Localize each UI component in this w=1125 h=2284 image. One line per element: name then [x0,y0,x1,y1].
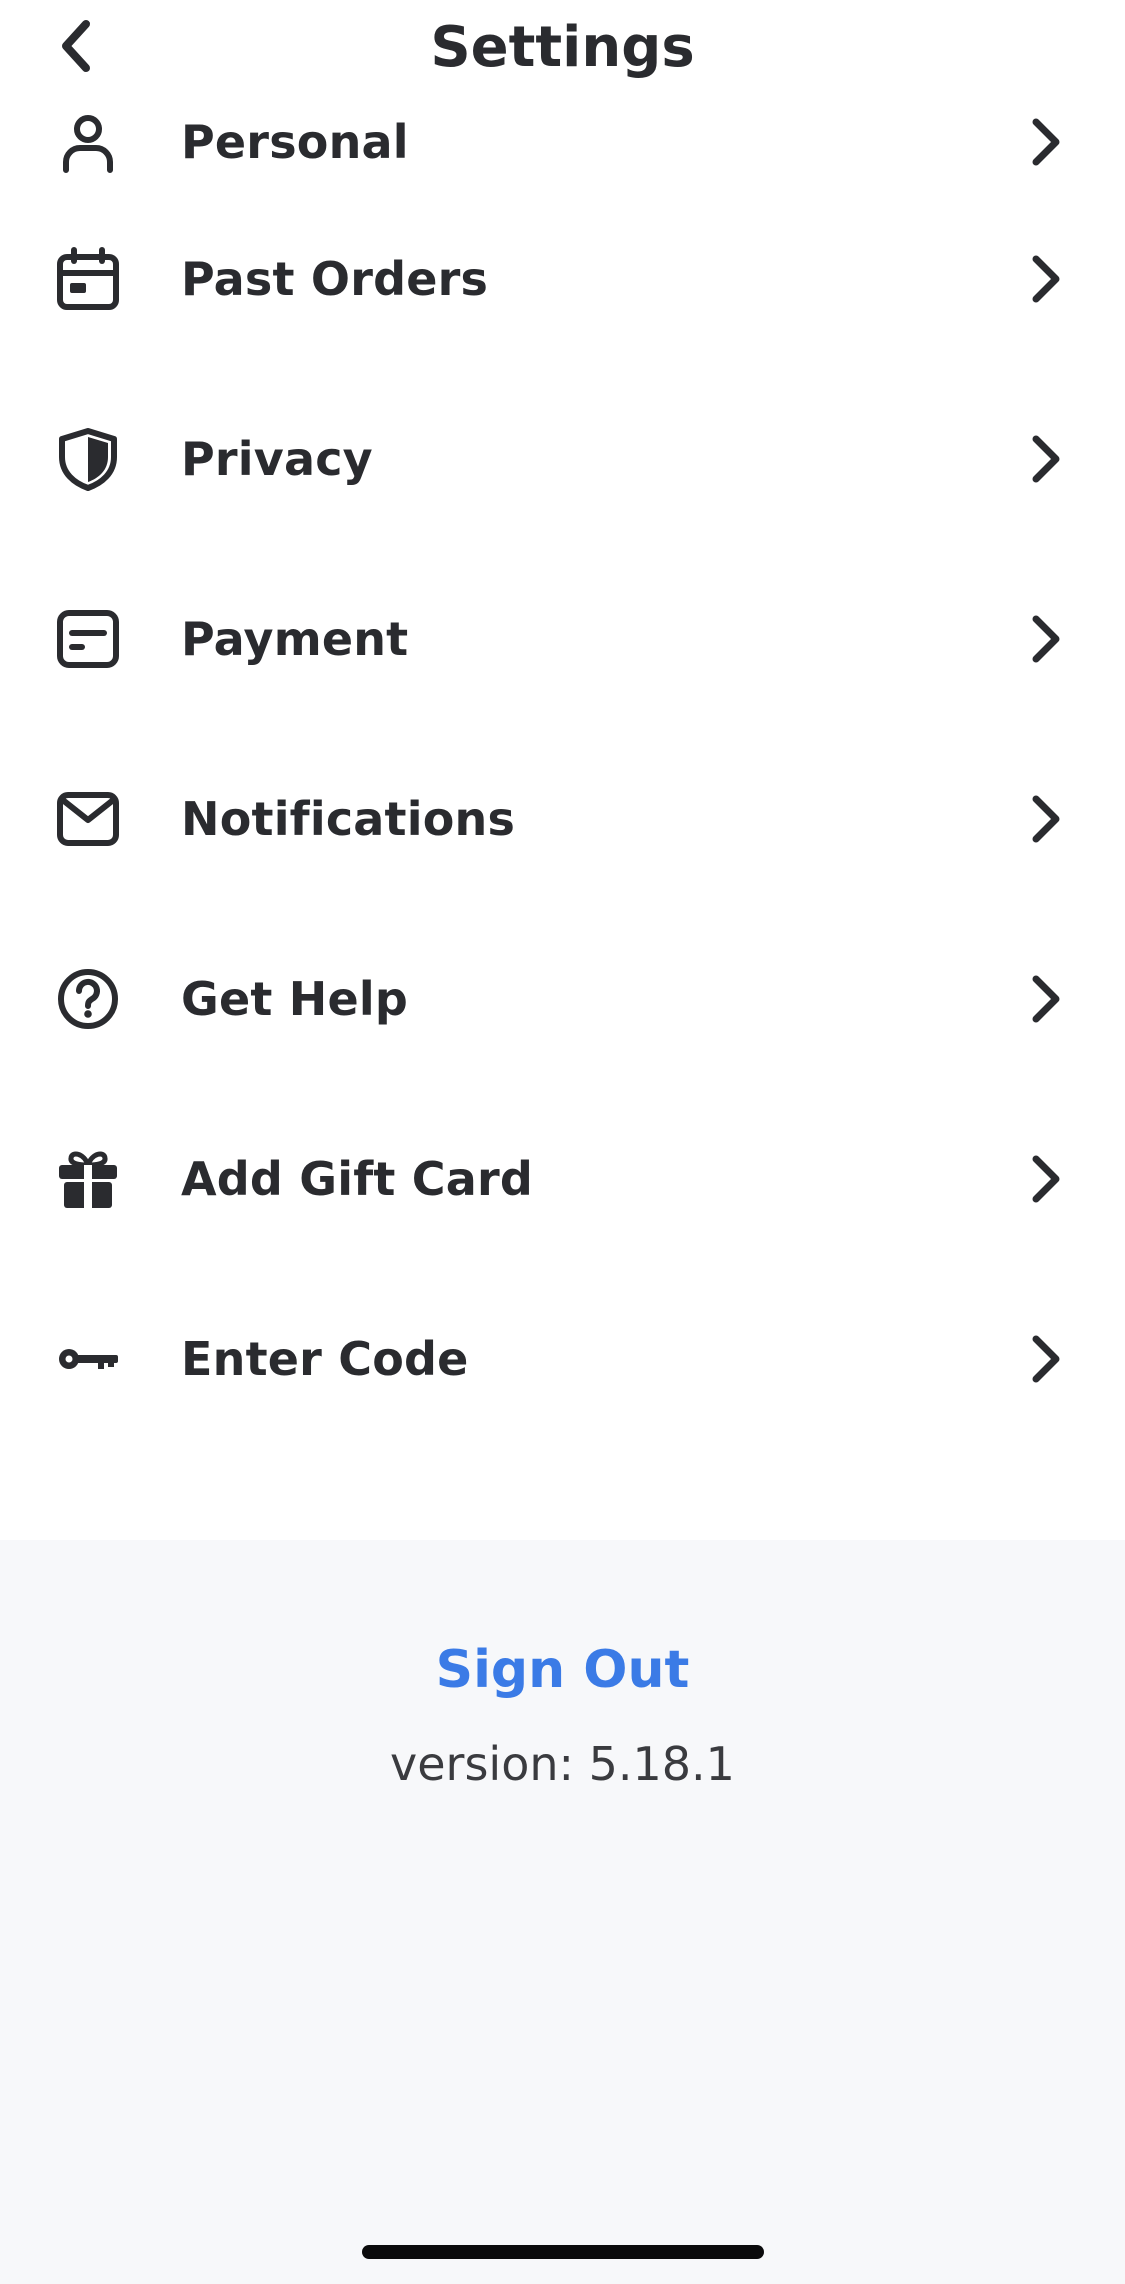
shield-icon [56,427,120,491]
settings-menu: Personal Past Orders Privacy Payment Not… [0,95,1125,1449]
chevron-right-icon [1032,615,1060,663]
person-icon [56,110,120,174]
mail-icon [56,787,120,851]
menu-item-get-help[interactable]: Get Help [0,909,1125,1089]
menu-item-label: Add Gift Card [181,1152,534,1206]
card-icon [56,607,120,671]
version-text: version: 5.18.1 [390,1737,735,1791]
menu-item-privacy[interactable]: Privacy [0,369,1125,549]
chevron-right-icon [1032,435,1060,483]
menu-item-add-gift-card[interactable]: Add Gift Card [0,1089,1125,1269]
gift-icon [56,1147,120,1211]
key-icon [56,1327,120,1391]
sign-out-button[interactable]: Sign Out [0,1640,1125,1700]
footer: Sign Out version: 5.18.1 [0,1540,1125,2284]
menu-item-label: Past Orders [181,252,489,306]
menu-item-label: Enter Code [181,1332,469,1386]
menu-item-label: Get Help [181,972,408,1026]
menu-item-label: Payment [181,612,409,666]
chevron-right-icon [1032,1155,1060,1203]
chevron-right-icon [1032,795,1060,843]
menu-item-personal[interactable]: Personal [0,0,1125,189]
menu-item-label: Notifications [181,792,516,846]
menu-item-label: Personal [181,115,409,169]
chevron-right-icon [1032,255,1060,303]
menu-item-past-orders[interactable]: Past Orders [0,189,1125,369]
menu-item-label: Privacy [181,432,373,486]
chevron-right-icon [1032,975,1060,1023]
menu-item-payment[interactable]: Payment [0,549,1125,729]
menu-item-notifications[interactable]: Notifications [0,729,1125,909]
chevron-right-icon [1032,118,1060,166]
menu-item-enter-code[interactable]: Enter Code [0,1269,1125,1449]
chevron-right-icon [1032,1335,1060,1383]
home-indicator[interactable] [362,2245,764,2259]
calendar-icon [56,247,120,311]
help-circle-icon [56,967,120,1031]
